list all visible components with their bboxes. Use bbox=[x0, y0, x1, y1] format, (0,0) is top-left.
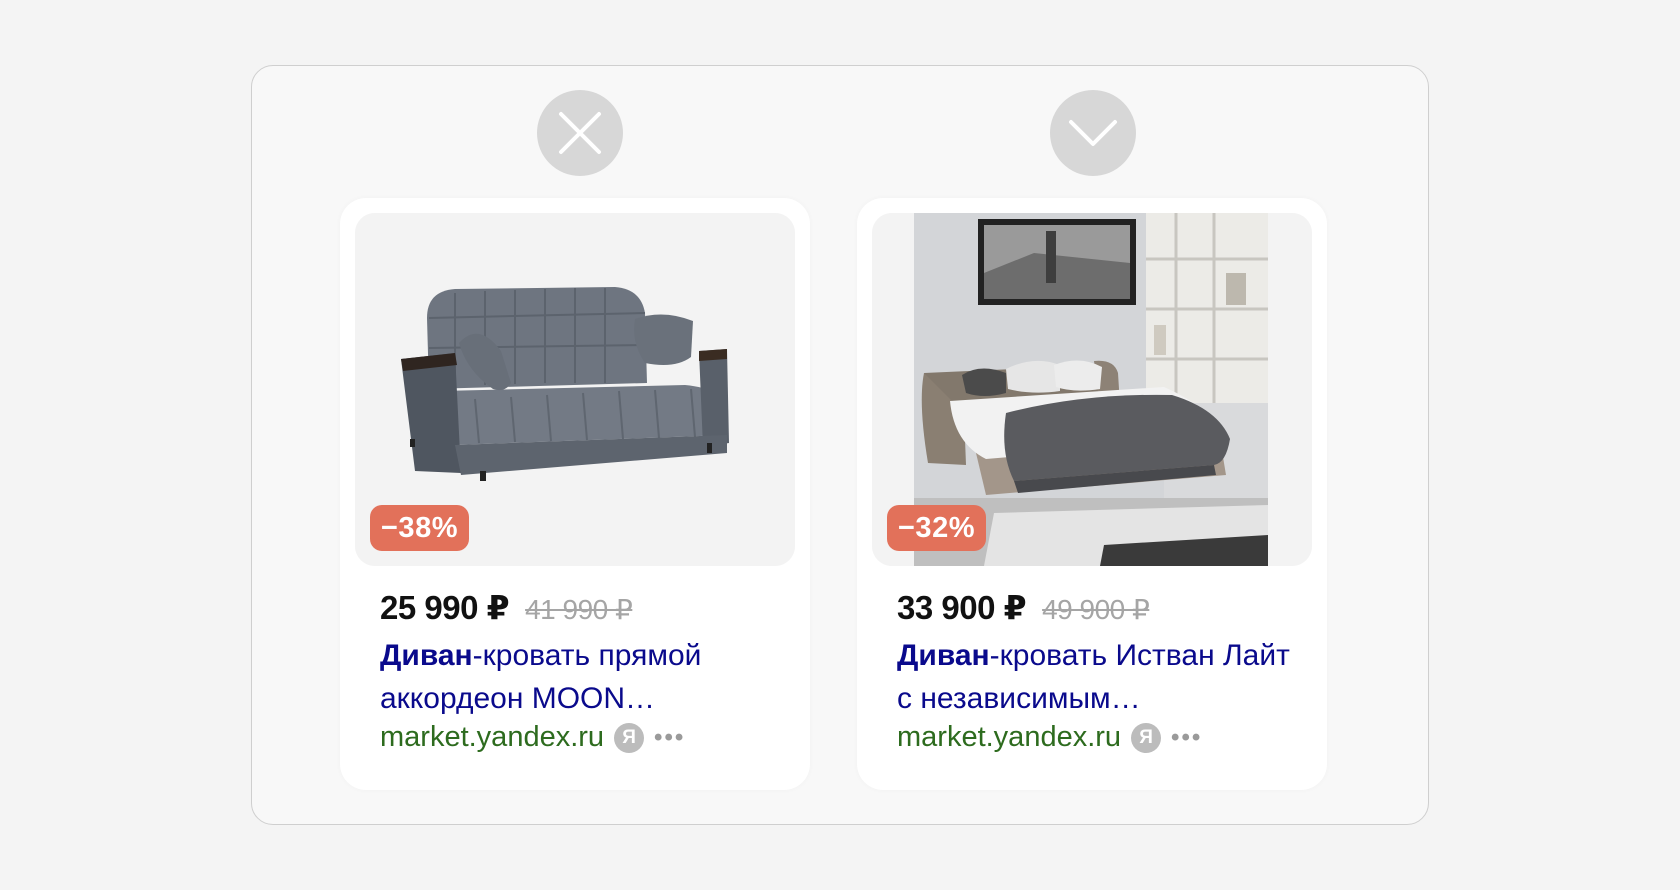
yandex-badge-icon: Я bbox=[614, 722, 645, 753]
old-price: 41 990 ₽ bbox=[525, 594, 633, 625]
source-domain-link[interactable]: market.yandex.ru bbox=[897, 721, 1121, 754]
product-title-link[interactable]: Диван-кровать прямой аккордеон MOON… bbox=[380, 634, 780, 720]
source-domain-link[interactable]: market.yandex.ru bbox=[380, 721, 604, 754]
old-price: 49 900 ₽ bbox=[1042, 594, 1150, 625]
discount-badge: −32% bbox=[887, 505, 986, 551]
close-icon bbox=[559, 112, 601, 154]
more-options-icon[interactable]: ••• bbox=[1171, 725, 1202, 750]
product-card[interactable]: −32% 33 900 ₽ 49 900 ₽ Диван-кровать Ист… bbox=[857, 198, 1327, 790]
price-row: 25 990 ₽ 41 990 ₽ bbox=[380, 588, 633, 627]
source-row: market.yandex.ru Я ••• bbox=[897, 721, 1202, 754]
current-price: 25 990 ₽ bbox=[380, 589, 510, 626]
current-price: 33 900 ₽ bbox=[897, 589, 1027, 626]
checkmark-icon bbox=[1069, 120, 1117, 146]
yandex-badge-icon: Я bbox=[1131, 722, 1162, 753]
discount-badge: −38% bbox=[370, 505, 469, 551]
title-keyword: Диван bbox=[897, 639, 990, 672]
more-options-icon[interactable]: ••• bbox=[654, 725, 685, 750]
good-example-indicator bbox=[1050, 90, 1136, 176]
bad-example-indicator bbox=[537, 90, 623, 176]
product-title-link[interactable]: Диван-кровать Истван Лайт с независимым… bbox=[897, 634, 1297, 720]
source-row: market.yandex.ru Я ••• bbox=[380, 721, 685, 754]
title-keyword: Диван bbox=[380, 639, 473, 672]
product-image[interactable]: −32% bbox=[872, 213, 1312, 566]
product-card[interactable]: −38% 25 990 ₽ 41 990 ₽ Диван-кровать пря… bbox=[340, 198, 810, 790]
price-row: 33 900 ₽ 49 900 ₽ bbox=[897, 588, 1150, 627]
product-image[interactable]: −38% bbox=[355, 213, 795, 566]
